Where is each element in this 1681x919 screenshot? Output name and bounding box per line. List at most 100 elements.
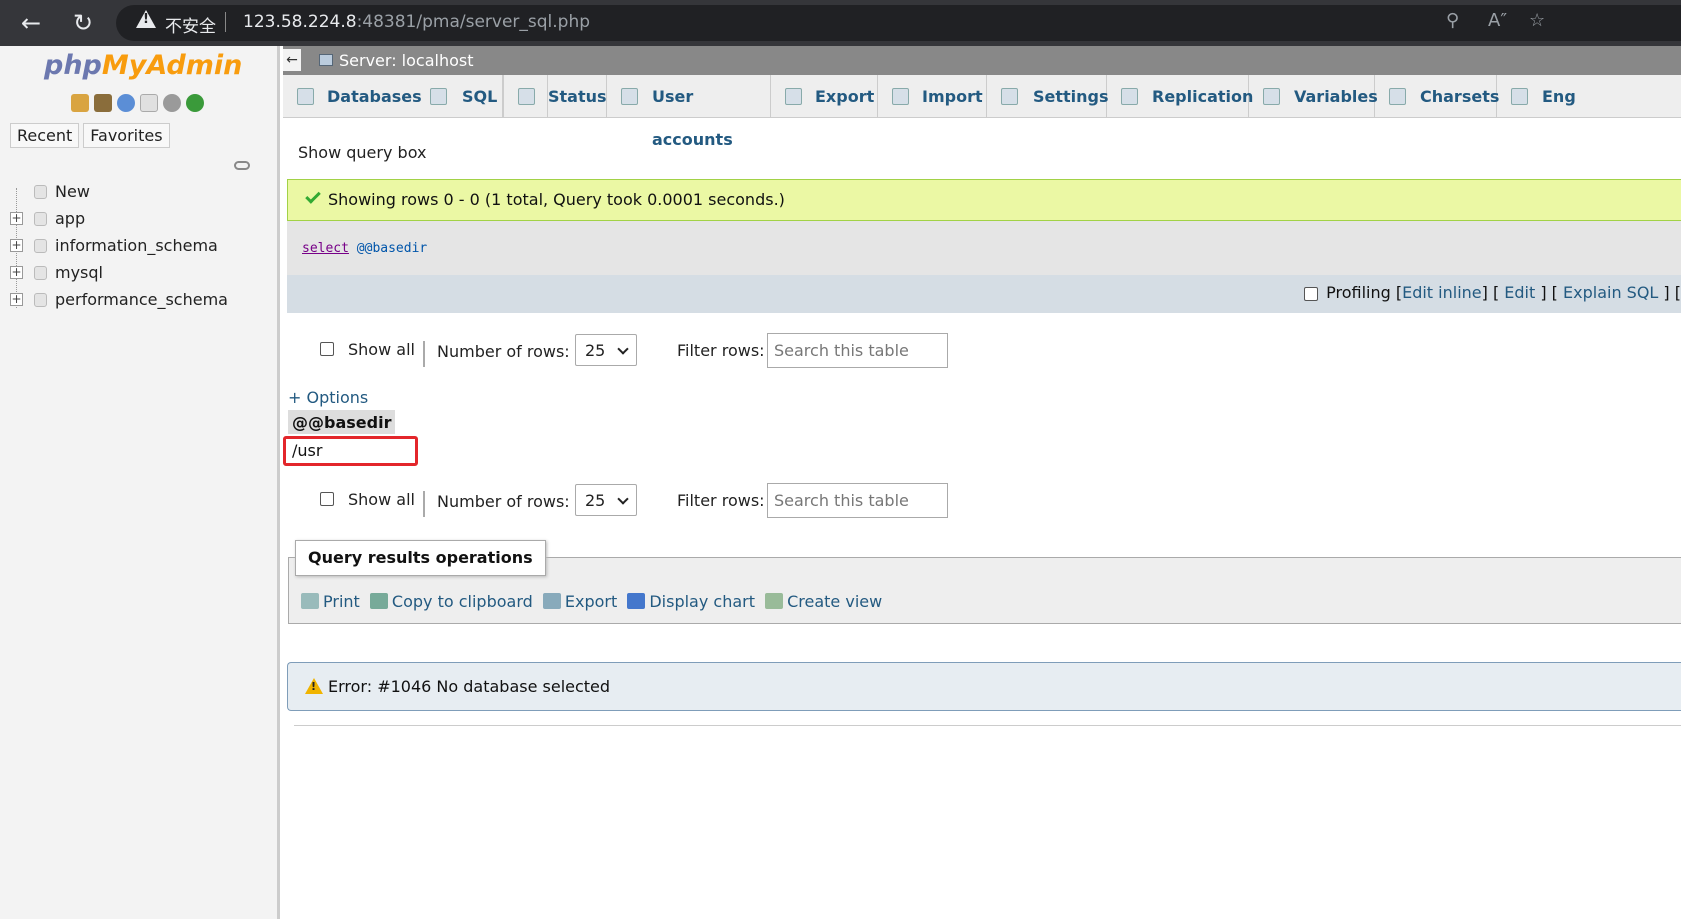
tab-export[interactable]: Export <box>771 75 878 118</box>
expand-icon[interactable]: + <box>10 266 23 279</box>
table-navigation-bottom: Show all Number of rows: 25 Filter rows:… <box>320 483 1020 519</box>
collapse-navigation-icon[interactable]: ← <box>283 49 301 71</box>
tree-item-app[interactable]: + app <box>10 205 228 232</box>
number-of-rows-label: Number of rows: <box>437 342 570 361</box>
sql-variable: @@basedir <box>356 241 428 256</box>
read-aloud-icon[interactable]: A″ <box>1488 10 1507 31</box>
tab-replication[interactable]: Replication <box>1107 75 1253 118</box>
divider <box>423 341 425 367</box>
expand-icon[interactable]: + <box>10 293 23 306</box>
user-accounts-icon <box>621 88 638 105</box>
tab-import[interactable]: Import <box>878 75 987 118</box>
docs-icon[interactable] <box>140 94 158 112</box>
print-link[interactable]: Print <box>301 592 360 611</box>
favorites-tab[interactable]: Favorites <box>83 123 170 148</box>
show-all-checkbox[interactable] <box>320 342 334 356</box>
chart-icon <box>627 593 646 609</box>
number-of-rows-label: Number of rows: <box>437 492 570 511</box>
tree-item-performance-schema[interactable]: + performance_schema <box>10 286 228 313</box>
expand-icon[interactable]: + <box>10 239 23 252</box>
url-path: :48381/pma/server_sql.php <box>356 12 591 32</box>
database-icon <box>34 239 47 253</box>
filter-rows-label: Filter rows: <box>677 341 765 360</box>
success-check-icon <box>305 188 321 204</box>
create-view-link[interactable]: Create view <box>765 592 882 611</box>
success-message: Showing rows 0 - 0 (1 total, Query took … <box>287 179 1681 221</box>
profiling-label: Profiling <box>1326 283 1391 302</box>
recent-favorites-tabs: Recent Favorites <box>10 123 170 148</box>
tab-user-accounts[interactable]: User accounts <box>607 75 771 149</box>
warning-icon <box>136 10 156 28</box>
main-content: ← Server: localhost Databases SQL Status… <box>283 46 1681 919</box>
recent-tab[interactable]: Recent <box>10 123 80 148</box>
tab-variables[interactable]: Variables <box>1249 75 1378 118</box>
tree-item-information-schema[interactable]: + information_schema <box>10 232 228 259</box>
favorite-star-icon[interactable]: ☆ <box>1529 10 1545 31</box>
result-cell[interactable]: /usr <box>283 436 418 466</box>
help-icon[interactable] <box>117 94 135 112</box>
options-link[interactable]: + Options <box>288 388 368 407</box>
tab-settings[interactable]: Settings <box>987 75 1109 118</box>
url-divider <box>225 12 226 32</box>
url-text[interactable]: 123.58.224.8:48381/pma/server_sql.php <box>243 12 590 32</box>
link-icon[interactable] <box>234 161 250 170</box>
new-database-icon <box>34 185 47 199</box>
filter-rows-label: Filter rows: <box>677 491 765 510</box>
rows-select[interactable]: 25 <box>575 484 637 516</box>
rows-select[interactable]: 25 <box>575 334 637 366</box>
server-title[interactable]: Server: localhost <box>339 51 473 70</box>
back-arrow-icon[interactable]: ← <box>16 8 46 38</box>
gear-icon[interactable] <box>163 94 181 112</box>
tab-sql[interactable]: SQL <box>416 75 504 118</box>
filter-rows-input[interactable]: Search this table <box>767 333 948 368</box>
home-icon[interactable] <box>71 94 89 112</box>
edit-inline-link[interactable]: Edit inline <box>1402 283 1482 302</box>
status-icon <box>518 88 535 105</box>
divider <box>423 491 425 517</box>
operations-links: Print Copy to clipboard Export Display c… <box>301 592 887 611</box>
show-all-label: Show all <box>348 490 415 509</box>
filter-rows-input[interactable]: Search this table <box>767 483 948 518</box>
wrench-icon <box>1001 88 1018 105</box>
navigation-panel: phpMyAdmin Recent Favorites New + app + in… <box>0 46 280 919</box>
edit-link[interactable]: Edit <box>1504 283 1535 302</box>
engines-icon <box>1511 88 1528 105</box>
export-link[interactable]: Export <box>542 592 617 611</box>
reload-icon[interactable]: ↻ <box>68 8 98 38</box>
database-icon <box>34 293 47 307</box>
database-icon <box>34 212 47 226</box>
reload-navigation-icon[interactable] <box>186 94 204 112</box>
show-query-box-link[interactable]: Show query box <box>298 143 426 162</box>
phpmyadmin-logo[interactable]: phpMyAdmin <box>44 50 242 81</box>
nav-icon-bar <box>71 94 204 112</box>
replication-icon <box>1121 88 1138 105</box>
operations-legend: Query results operations <box>295 540 546 576</box>
tree-item-mysql[interactable]: + mysql <box>10 259 228 286</box>
expand-icon[interactable]: + <box>10 212 23 225</box>
export-icon <box>542 593 561 609</box>
database-icon <box>34 266 47 280</box>
show-all-label: Show all <box>348 340 415 359</box>
key-icon[interactable]: ⚲ <box>1446 10 1459 31</box>
sql-query-display: select @@basedir <box>287 221 1681 275</box>
charsets-icon <box>1389 88 1406 105</box>
copy-to-clipboard-link[interactable]: Copy to clipboard <box>369 592 533 611</box>
sql-options-bar: Profiling [Edit inline] [ Edit ] [ Expla… <box>287 275 1681 313</box>
column-header[interactable]: @@basedir <box>288 410 395 434</box>
sql-keyword[interactable]: select <box>302 241 349 256</box>
databases-icon <box>297 88 314 105</box>
logout-icon[interactable] <box>94 94 112 112</box>
create-view-icon <box>765 593 784 609</box>
tree-item-new[interactable]: New <box>10 178 228 205</box>
display-chart-link[interactable]: Display chart <box>627 592 755 611</box>
top-menu-tabs: Databases SQL Status User accounts Expor… <box>283 75 1681 149</box>
url-host: 123.58.224.8 <box>243 12 357 32</box>
show-all-checkbox[interactable] <box>320 492 334 506</box>
tab-status[interactable]: Status <box>504 75 607 118</box>
tab-engines[interactable]: Eng <box>1497 75 1681 118</box>
profiling-checkbox[interactable] <box>1304 286 1319 301</box>
browser-toolbar: ← ↻ 不安全 123.58.224.8:48381/pma/server_sq… <box>0 0 1681 46</box>
tab-charsets[interactable]: Charsets <box>1375 75 1499 118</box>
explain-sql-link[interactable]: Explain SQL <box>1563 283 1658 302</box>
sql-icon <box>430 88 447 105</box>
